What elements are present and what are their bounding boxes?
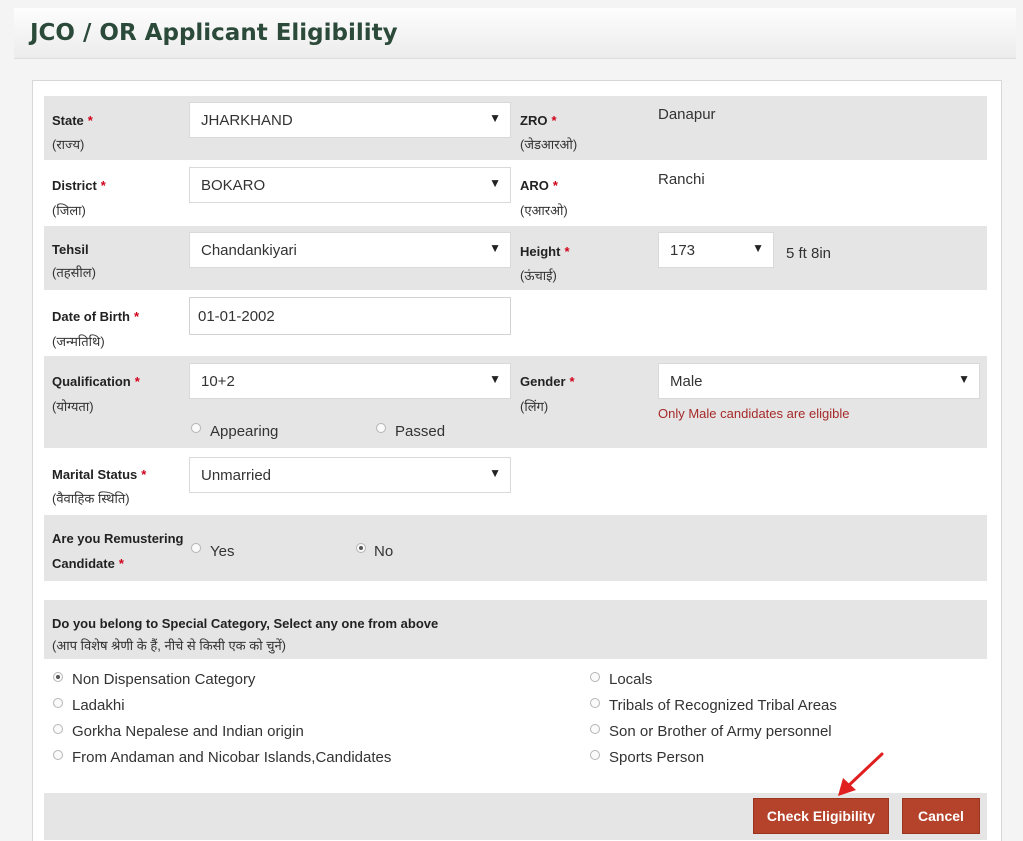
special-option: Non Dispensation Category: [72, 671, 256, 688]
chevron-down-icon: ▼: [958, 372, 970, 386]
special-option: Ladakhi: [72, 697, 125, 714]
state-label: State *: [52, 113, 93, 128]
state-label-hindi: (राज्य): [52, 137, 85, 152]
appearing-label: Appearing: [210, 423, 279, 440]
special-option: Locals: [609, 671, 653, 688]
remuster-no-radio[interactable]: [356, 543, 366, 553]
special-radio[interactable]: [53, 672, 63, 682]
dob-label: Date of Birth *: [52, 309, 140, 324]
dob-input[interactable]: 01-01-2002: [189, 297, 511, 335]
height-value: 173: [670, 242, 696, 259]
special-radio[interactable]: [53, 724, 63, 734]
chevron-down-icon: ▼: [752, 241, 764, 255]
chevron-down-icon: ▼: [489, 466, 501, 480]
special-option: Son or Brother of Army personnel: [609, 723, 832, 740]
gender-eligibility-note: Only Male candidates are eligible: [658, 406, 850, 421]
remuster-yes-radio[interactable]: [191, 543, 201, 553]
tehsil-select[interactable]: Chandankiyari ▼: [189, 232, 511, 268]
page-title: JCO / OR Applicant Eligibility: [30, 20, 398, 46]
tehsil-label-hindi: (तहसील): [52, 265, 96, 280]
district-label-hindi: (जिला): [52, 203, 86, 218]
zro-label-hindi: (जेडआरओ): [520, 137, 578, 152]
gender-label: Gender *: [520, 374, 575, 389]
passed-radio[interactable]: [376, 423, 386, 433]
special-option: Sports Person: [609, 749, 705, 766]
tehsil-label: Tehsil: [52, 242, 89, 257]
special-radio[interactable]: [590, 750, 600, 760]
passed-label: Passed: [395, 423, 446, 440]
height-converted: 5 ft 8in: [786, 245, 832, 262]
chevron-down-icon: ▼: [489, 241, 501, 255]
special-option: From Andaman and Nicobar Islands,Candida…: [72, 749, 392, 766]
remuster-yes-label: Yes: [210, 543, 235, 560]
special-radio[interactable]: [53, 750, 63, 760]
tehsil-value: Chandankiyari: [201, 242, 297, 259]
qualification-select[interactable]: 10+2 ▼: [189, 363, 511, 399]
special-radio[interactable]: [590, 698, 600, 708]
aro-label-hindi: (एआरओ): [520, 203, 568, 218]
district-select[interactable]: BOKARO ▼: [189, 167, 511, 203]
qualification-value: 10+2: [201, 373, 235, 390]
height-label-hindi: (ऊंचाई): [520, 268, 557, 283]
height-select[interactable]: 173 ▼: [658, 232, 774, 268]
gender-label-hindi: (लिंग): [520, 399, 549, 414]
tehsil-row: [44, 226, 987, 290]
chevron-down-icon: ▼: [489, 372, 501, 386]
marital-label-hindi: (वैवाहिक स्थिति): [52, 491, 130, 506]
zro-label: ZRO *: [520, 113, 557, 128]
appearing-radio[interactable]: [191, 423, 201, 433]
remuster-label-line2: Candidate *: [52, 556, 124, 571]
state-select[interactable]: JHARKHAND ▼: [189, 102, 511, 138]
state-row: [44, 96, 987, 160]
gender-select[interactable]: Male ▼: [658, 363, 980, 399]
district-label: District *: [52, 178, 106, 193]
district-value: BOKARO: [201, 177, 266, 194]
special-category-heading: Do you belong to Special Category, Selec…: [52, 616, 439, 631]
cancel-button[interactable]: Cancel: [902, 798, 980, 834]
marital-value: Unmarried: [201, 467, 272, 484]
special-option: Tribals of Recognized Tribal Areas: [609, 697, 837, 714]
height-label: Height *: [520, 244, 570, 259]
check-eligibility-button[interactable]: Check Eligibility: [753, 798, 889, 834]
special-radio[interactable]: [53, 698, 63, 708]
arrow-pointer-icon: [838, 752, 884, 796]
marital-select[interactable]: Unmarried ▼: [189, 457, 511, 493]
qualification-label: Qualification *: [52, 374, 140, 389]
special-radio[interactable]: [590, 672, 600, 682]
qualification-label-hindi: (योग्यता): [52, 399, 94, 414]
remuster-no-label: No: [374, 543, 394, 560]
gender-value: Male: [670, 373, 703, 390]
special-radio[interactable]: [590, 724, 600, 734]
aro-value: Ranchi: [658, 171, 705, 188]
chevron-down-icon: ▼: [489, 176, 501, 190]
remuster-label-line1: Are you Remustering: [52, 531, 184, 546]
dob-value: 01-01-2002: [198, 308, 275, 325]
chevron-down-icon: ▼: [489, 111, 501, 125]
zro-value: Danapur: [658, 106, 716, 123]
special-option: Gorkha Nepalese and Indian origin: [72, 723, 304, 740]
page-header: JCO / OR Applicant Eligibility: [14, 8, 1016, 59]
special-category-hindi: (आप विशेष श्रेणी के हैं, नीचे से किसी एक…: [52, 638, 286, 653]
state-value: JHARKHAND: [201, 112, 293, 129]
remuster-row: [44, 515, 987, 581]
marital-label: Marital Status *: [52, 467, 147, 482]
aro-label: ARO *: [520, 178, 558, 193]
dob-label-hindi: (जन्मतिथि): [52, 334, 105, 349]
